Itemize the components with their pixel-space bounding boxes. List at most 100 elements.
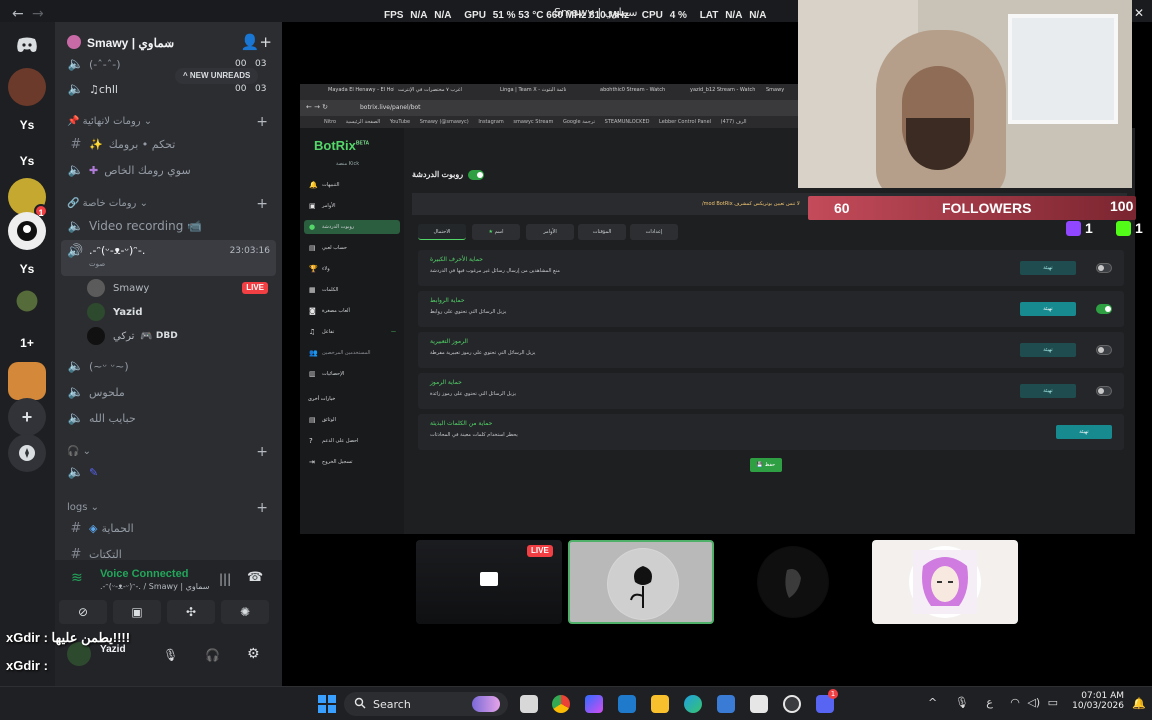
create-channel-icon[interactable]: + bbox=[256, 114, 268, 130]
chevron-up-icon[interactable]: ^ bbox=[928, 696, 937, 709]
edge-icon[interactable] bbox=[684, 695, 702, 713]
tab-moderation[interactable]: الاحتمال bbox=[418, 224, 466, 240]
stream-tile-2[interactable] bbox=[568, 540, 714, 624]
text-channel-control[interactable]: # ✨ تحكم • برومك bbox=[67, 134, 176, 154]
vscode-icon[interactable] bbox=[618, 695, 636, 713]
row-toggle[interactable] bbox=[1096, 345, 1112, 355]
bookmark[interactable]: Nitro bbox=[324, 119, 336, 125]
bookmark[interactable]: Smawy (@smawyc) bbox=[420, 119, 469, 125]
noise-suppression-icon[interactable]: ||| bbox=[219, 572, 231, 586]
tab-timers[interactable]: المؤقتات bbox=[578, 224, 626, 240]
nav-statistics[interactable]: ▥ الإحصائيات bbox=[304, 367, 400, 381]
voice-channel-4[interactable]: 🔈 ملحوس bbox=[67, 382, 125, 402]
configure-button[interactable]: تهيئة bbox=[1056, 425, 1112, 439]
file-explorer-icon[interactable] bbox=[651, 695, 669, 713]
bookmark[interactable]: YouTube bbox=[390, 119, 410, 125]
server-folder[interactable]: 1+ bbox=[8, 324, 46, 362]
add-server-icon[interactable]: + bbox=[8, 398, 46, 436]
browser-tab[interactable]: Smawy bbox=[766, 87, 796, 99]
voice-channel-6[interactable]: 🔈 ✎ bbox=[67, 462, 98, 482]
server-ys-1[interactable]: Ys bbox=[8, 106, 46, 144]
bookmark[interactable]: STEAMUNLOCKED bbox=[605, 119, 650, 125]
back-arrow-icon[interactable]: ← bbox=[12, 6, 24, 22]
nav-loyalty[interactable]: 🏆 ولاء bbox=[304, 262, 400, 276]
tab-settings[interactable]: إعدادات bbox=[630, 224, 678, 240]
category-logs[interactable]: logs ⌄ bbox=[67, 502, 99, 513]
close-icon[interactable]: ✕ bbox=[1134, 6, 1144, 20]
category-private-rooms[interactable]: 🔗 رومات خاصة ⌄ bbox=[67, 198, 148, 209]
voice-channel-2[interactable]: 🔈 ♫chll bbox=[67, 79, 118, 99]
configure-button[interactable]: تهيئة bbox=[1020, 261, 1076, 275]
invite-people-icon[interactable]: 👤+ bbox=[241, 33, 272, 51]
voice-member-turki[interactable]: تركي 🎮 DBD bbox=[87, 326, 178, 346]
notifications-bell-icon[interactable]: 🔔 bbox=[1132, 697, 1146, 710]
create-channel-icon[interactable]: + bbox=[256, 196, 268, 212]
headphones-icon[interactable]: 🎧 bbox=[205, 648, 220, 662]
server-avatar-2[interactable]: 1 bbox=[8, 178, 48, 218]
settings-gear-icon[interactable]: ⚙ bbox=[247, 646, 260, 662]
server-avatar-5[interactable] bbox=[8, 362, 46, 400]
browser-tab[interactable]: Mayada El Henawy - El Hob bbox=[328, 87, 394, 99]
discord-home-icon[interactable] bbox=[8, 26, 46, 64]
battery-icon[interactable]: ▭ bbox=[1048, 696, 1058, 709]
nav-alerts[interactable]: 🔔 التنبيهات bbox=[304, 178, 400, 192]
input-language[interactable]: ع bbox=[986, 696, 993, 709]
create-channel-icon[interactable]: + bbox=[256, 500, 268, 516]
nav-commands[interactable]: ▣ الأوامر bbox=[304, 199, 400, 213]
outlook-icon[interactable] bbox=[717, 695, 735, 713]
copilot-icon[interactable] bbox=[585, 695, 603, 713]
active-voice-channel[interactable]: 🔊 .-ᵔ(ᵕ-ᴥ-ᵕ)ᵔ-. صوت 23:03:16 bbox=[61, 240, 276, 276]
nav-words[interactable]: ▦ الكلمات bbox=[304, 283, 400, 297]
new-unreads-pill[interactable]: ^ NEW UNREADS bbox=[175, 68, 259, 84]
browser-tab[interactable]: abohthic0 Stream - Watch Live bbox=[600, 87, 666, 99]
row-toggle[interactable] bbox=[1096, 386, 1112, 396]
row-toggle[interactable] bbox=[1096, 263, 1112, 273]
voice-member-smawy[interactable]: Smawy bbox=[87, 278, 149, 298]
discord-taskbar-icon[interactable]: 1 bbox=[816, 689, 838, 713]
nav-chatbot[interactable]: ● روبوت الدردشة bbox=[304, 220, 400, 234]
forward-arrow-icon[interactable]: → bbox=[32, 6, 44, 22]
text-channel-protection[interactable]: # ◈ الحماية bbox=[67, 518, 134, 538]
voice-channel-video[interactable]: 🔈 Video recording 📹 bbox=[67, 216, 202, 236]
bookmark[interactable]: Lebber Control Panel bbox=[659, 119, 711, 125]
obs-icon[interactable] bbox=[783, 695, 801, 713]
server-avatar-1[interactable] bbox=[8, 68, 46, 106]
chrome-icon[interactable] bbox=[552, 695, 570, 713]
voice-channel-5[interactable]: 🔈 حبايب الله bbox=[67, 408, 136, 428]
taskbar-search[interactable]: Search bbox=[344, 692, 508, 716]
tab-name[interactable]: ★ اسم bbox=[472, 224, 520, 240]
bookmark[interactable]: Google ترجمة bbox=[563, 119, 595, 125]
nav-support[interactable]: ? احصل على الدعم bbox=[304, 434, 400, 448]
disconnect-icon[interactable]: ☎ bbox=[247, 570, 263, 585]
windows-start-icon[interactable] bbox=[318, 695, 336, 713]
address-bar[interactable]: ← → ↻ botrix.live/panel/bot bbox=[300, 100, 800, 116]
nav-docs[interactable]: ▤ الوثائق bbox=[304, 413, 400, 427]
bookmark[interactable]: smawyc Stream bbox=[513, 119, 553, 125]
url-text[interactable]: botrix.live/panel/bot bbox=[360, 104, 421, 111]
volume-icon[interactable]: ◁) bbox=[1027, 696, 1040, 709]
category-headphones[interactable]: 🎧 ⌄ bbox=[67, 446, 91, 457]
browser-tab[interactable]: أغرب ٧ مختصرات في الإنترنت bbox=[398, 87, 464, 99]
camera-off-button[interactable]: ⊘ bbox=[59, 600, 107, 624]
voice-member-yazid[interactable]: Yazid bbox=[87, 302, 142, 322]
browser-tab[interactable]: Linga | Team X - قائمة البثوث bbox=[500, 87, 566, 99]
create-channel-icon[interactable]: + bbox=[256, 444, 268, 460]
nav-interaction[interactable]: ♫ تفاعل — bbox=[304, 325, 400, 339]
microphone-tray-icon[interactable]: 🎙 bbox=[955, 696, 969, 709]
soundboard-button[interactable]: ✺ bbox=[221, 600, 269, 624]
bookmark[interactable]: الصفحة الرئيسية bbox=[346, 119, 381, 125]
task-view-icon[interactable] bbox=[520, 695, 538, 713]
voice-channel-3[interactable]: 🔈 (~ᵕ ᵕ~) bbox=[67, 356, 129, 376]
nav-licensed-users[interactable]: 👥 المستخدمين المرخصين bbox=[304, 346, 400, 360]
bookmark[interactable]: (477) الرف bbox=[721, 119, 747, 125]
stream-tile-4[interactable] bbox=[872, 540, 1018, 624]
configure-button[interactable]: تهيئة bbox=[1020, 343, 1076, 357]
activities-button[interactable]: ✣ bbox=[167, 600, 215, 624]
server-avatar-4[interactable] bbox=[16, 290, 38, 312]
chatbot-enable-toggle[interactable] bbox=[468, 170, 484, 180]
tab-commands[interactable]: الأوامر bbox=[526, 224, 574, 240]
voice-channel-path[interactable]: .-ᵔ(ᵕ-ᴥ-ᵕ)ᵔ-. / Smawy | سماوي bbox=[100, 582, 209, 591]
nav-game-account[interactable]: ▤ حساب لعبي bbox=[304, 241, 400, 255]
configure-button[interactable]: تهيئة bbox=[1020, 302, 1076, 316]
nav-minigames[interactable]: ◙ ألعاب مصغرة bbox=[304, 304, 400, 318]
